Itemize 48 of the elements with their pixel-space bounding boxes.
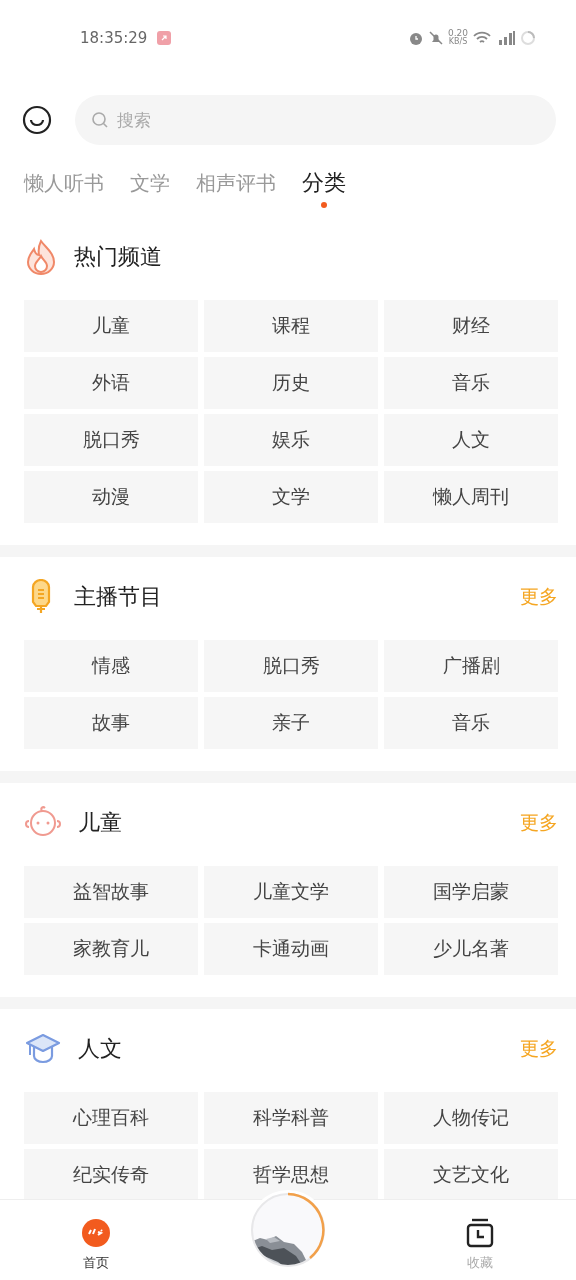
category-button[interactable]: 益智故事 [24, 866, 198, 918]
section-title: 主播节目 [74, 583, 162, 611]
category-button[interactable]: 少儿名著 [384, 923, 558, 975]
category-button[interactable]: 情感 [24, 640, 198, 692]
mute-icon [427, 29, 444, 46]
section-title: 热门频道 [74, 243, 162, 271]
category-button[interactable]: 历史 [204, 357, 378, 409]
category-button[interactable]: 家教育儿 [24, 923, 198, 975]
nav-tab[interactable]: 首页 [56, 1208, 136, 1272]
section-title: 人文 [78, 1035, 122, 1063]
calendar-clock-icon [465, 1218, 495, 1248]
category-button[interactable]: 科学科普 [204, 1092, 378, 1144]
category-button[interactable]: 故事 [24, 697, 198, 749]
category-button[interactable]: 卡通动画 [204, 923, 378, 975]
home-logo-icon [81, 1218, 111, 1248]
wifi-icon [472, 29, 492, 46]
category-button[interactable]: 脱口秀 [24, 414, 198, 466]
category-button[interactable]: 儿童 [24, 300, 198, 352]
category-button[interactable]: 音乐 [384, 357, 558, 409]
flame-icon [24, 239, 58, 275]
battery-icon [520, 29, 536, 46]
category-button[interactable]: 文学 [204, 471, 378, 523]
category-button[interactable]: 国学启蒙 [384, 866, 558, 918]
smiley-icon[interactable] [22, 105, 52, 135]
category-button[interactable]: 纪实传奇 [24, 1149, 198, 1201]
category-button[interactable]: 脱口秀 [204, 640, 378, 692]
category-button[interactable]: 外语 [24, 357, 198, 409]
status-time: 18:35:29 [80, 28, 148, 47]
category-button[interactable]: 财经 [384, 300, 558, 352]
category-button[interactable]: 懒人周刊 [384, 471, 558, 523]
category-button[interactable]: 人物传记 [384, 1092, 558, 1144]
category-button[interactable]: 儿童文学 [204, 866, 378, 918]
notification-icon [157, 30, 172, 45]
category-button[interactable]: 娱乐 [204, 414, 378, 466]
category-button[interactable]: 哲学思想 [204, 1149, 378, 1201]
category-button[interactable]: 文艺文化 [384, 1149, 558, 1201]
category-button[interactable]: 广播剧 [384, 640, 558, 692]
category-button[interactable]: 音乐 [384, 697, 558, 749]
search-field[interactable]: 搜索 [75, 95, 556, 145]
category-button[interactable]: 动漫 [24, 471, 198, 523]
section-title: 儿童 [78, 809, 122, 837]
category-tab[interactable]: 分类 [302, 170, 346, 208]
network-speed: 0.20 KB/S [447, 29, 468, 46]
category-button[interactable]: 心理百科 [24, 1092, 198, 1144]
category-button[interactable]: 亲子 [204, 697, 378, 749]
signal-icon [496, 29, 516, 46]
category-button[interactable]: 课程 [204, 300, 378, 352]
category-button[interactable]: 人文 [384, 414, 558, 466]
